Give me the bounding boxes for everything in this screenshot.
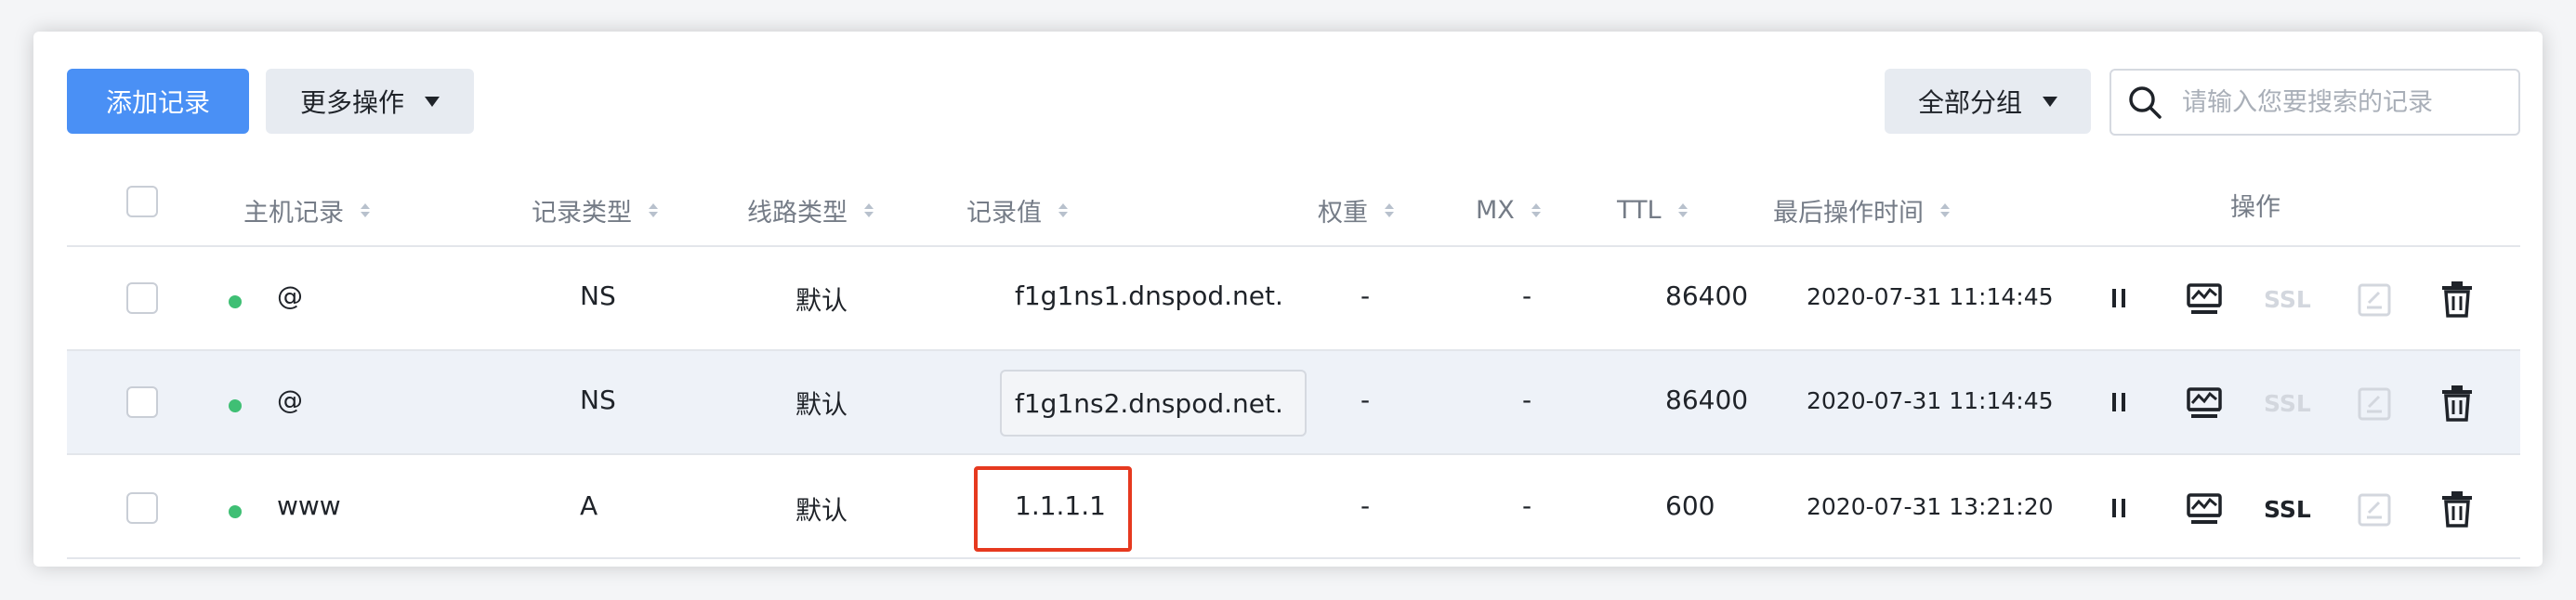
type-cell: NS xyxy=(580,280,616,311)
column-mx-label: MX xyxy=(1476,195,1515,225)
table-row: @ NS 默认 f1g1ns1.dnspod.net. - - 86400 20… xyxy=(67,247,2520,349)
monitor-icon[interactable] xyxy=(2186,282,2223,318)
column-header-line[interactable]: 线路类型 xyxy=(747,191,874,228)
ssl-button[interactable]: SSL xyxy=(2264,390,2311,417)
column-host-label: 主机记录 xyxy=(243,198,344,228)
sort-icon xyxy=(1677,202,1688,217)
column-header-ttl[interactable]: TTL xyxy=(1617,191,1688,228)
mx-cell: - xyxy=(1522,385,1532,415)
column-value-label: 记录值 xyxy=(966,198,1042,228)
host-cell: @ xyxy=(277,385,303,415)
monitor-icon[interactable] xyxy=(2186,492,2223,528)
sort-icon xyxy=(649,202,658,217)
value-cell[interactable]: f1g1ns1.dnspod.net. xyxy=(1015,280,1283,311)
select-all-checkbox[interactable] xyxy=(126,186,158,217)
column-actions-label: 操作 xyxy=(2230,192,2280,222)
column-header-value[interactable]: 记录值 xyxy=(966,191,1068,228)
edit-icon[interactable] xyxy=(2357,282,2392,318)
edit-icon[interactable] xyxy=(2357,492,2392,528)
table-row: www A 默认 1.1.1.1 - - 600 2020-07-31 13:2… xyxy=(67,455,2520,557)
ttl-cell: 86400 xyxy=(1665,280,1749,311)
weight-cell: - xyxy=(1360,385,1371,415)
column-time-label: 最后操作时间 xyxy=(1773,198,1924,228)
host-cell: @ xyxy=(277,280,303,311)
weight-cell: - xyxy=(1360,280,1371,311)
line-cell: 默认 xyxy=(795,389,848,420)
column-ttl-label: TTL xyxy=(1617,195,1662,225)
column-line-label: 线路类型 xyxy=(747,198,848,228)
value-cell[interactable]: 1.1.1.1 xyxy=(1015,490,1106,521)
type-cell: A xyxy=(580,490,598,521)
pause-icon[interactable] xyxy=(2108,286,2130,310)
ssl-button[interactable]: SSL xyxy=(2264,286,2311,313)
search-icon xyxy=(2129,86,2162,119)
column-type-label: 记录类型 xyxy=(532,198,632,228)
ssl-button[interactable]: SSL xyxy=(2264,496,2311,523)
mx-cell: - xyxy=(1522,280,1532,311)
mx-cell: - xyxy=(1522,490,1532,521)
group-filter-dropdown[interactable]: 全部分组 xyxy=(1885,69,2091,134)
line-cell: 默认 xyxy=(795,495,848,526)
column-header-weight[interactable]: 权重 xyxy=(1318,191,1394,228)
host-cell: www xyxy=(277,490,341,521)
value-edit-box[interactable]: f1g1ns2.dnspod.net. xyxy=(1000,370,1307,437)
table-row: @ NS 默认 f1g1ns2.dnspod.net. - - 86400 20… xyxy=(67,351,2520,453)
add-record-label: 添加记录 xyxy=(105,87,210,118)
row-checkbox[interactable] xyxy=(126,282,158,314)
column-header-actions: 操作 xyxy=(2230,186,2280,223)
search-box[interactable] xyxy=(2109,69,2520,136)
time-cell: 2020-07-31 11:14:45 xyxy=(1807,387,2054,414)
sort-icon xyxy=(864,202,874,217)
dns-records-panel: 添加记录 更多操作 全部分组 主机记录 记录类型 线路类型 记录值 权重 MX xyxy=(33,32,2543,567)
value-cell: f1g1ns2.dnspod.net. xyxy=(1015,387,1283,419)
caret-down-icon xyxy=(2043,96,2057,107)
line-cell: 默认 xyxy=(795,285,848,316)
status-enabled-dot xyxy=(229,295,242,308)
column-header-mx[interactable]: MX xyxy=(1476,191,1541,228)
add-record-button[interactable]: 添加记录 xyxy=(67,69,249,134)
trash-icon[interactable] xyxy=(2440,385,2474,422)
ttl-cell: 600 xyxy=(1665,490,1715,521)
caret-down-icon xyxy=(425,96,440,107)
more-actions-label: 更多操作 xyxy=(299,87,404,118)
column-header-host[interactable]: 主机记录 xyxy=(243,191,370,228)
row-divider xyxy=(67,557,2520,559)
type-cell: NS xyxy=(580,385,616,415)
trash-icon[interactable] xyxy=(2440,490,2474,528)
search-input[interactable] xyxy=(2180,86,2491,118)
sort-icon xyxy=(1940,202,1950,217)
trash-icon[interactable] xyxy=(2440,280,2474,318)
edit-icon[interactable] xyxy=(2357,386,2392,422)
weight-cell: - xyxy=(1360,490,1371,521)
time-cell: 2020-07-31 13:21:20 xyxy=(1807,493,2054,520)
pause-icon[interactable] xyxy=(2108,390,2130,414)
sort-icon xyxy=(1385,202,1394,217)
sort-icon xyxy=(361,202,370,217)
ttl-cell: 86400 xyxy=(1665,385,1749,415)
status-enabled-dot xyxy=(229,399,242,412)
row-checkbox[interactable] xyxy=(126,386,158,418)
more-actions-dropdown[interactable]: 更多操作 xyxy=(266,69,474,134)
monitor-icon[interactable] xyxy=(2186,386,2223,422)
time-cell: 2020-07-31 11:14:45 xyxy=(1807,283,2054,310)
row-checkbox[interactable] xyxy=(126,492,158,524)
sort-icon xyxy=(1531,202,1541,217)
status-enabled-dot xyxy=(229,505,242,518)
column-header-type[interactable]: 记录类型 xyxy=(532,191,658,228)
column-header-time[interactable]: 最后操作时间 xyxy=(1773,191,1950,228)
group-filter-label: 全部分组 xyxy=(1917,87,2022,118)
pause-icon[interactable] xyxy=(2108,496,2130,520)
column-weight-label: 权重 xyxy=(1318,198,1368,228)
sort-icon xyxy=(1058,202,1068,217)
